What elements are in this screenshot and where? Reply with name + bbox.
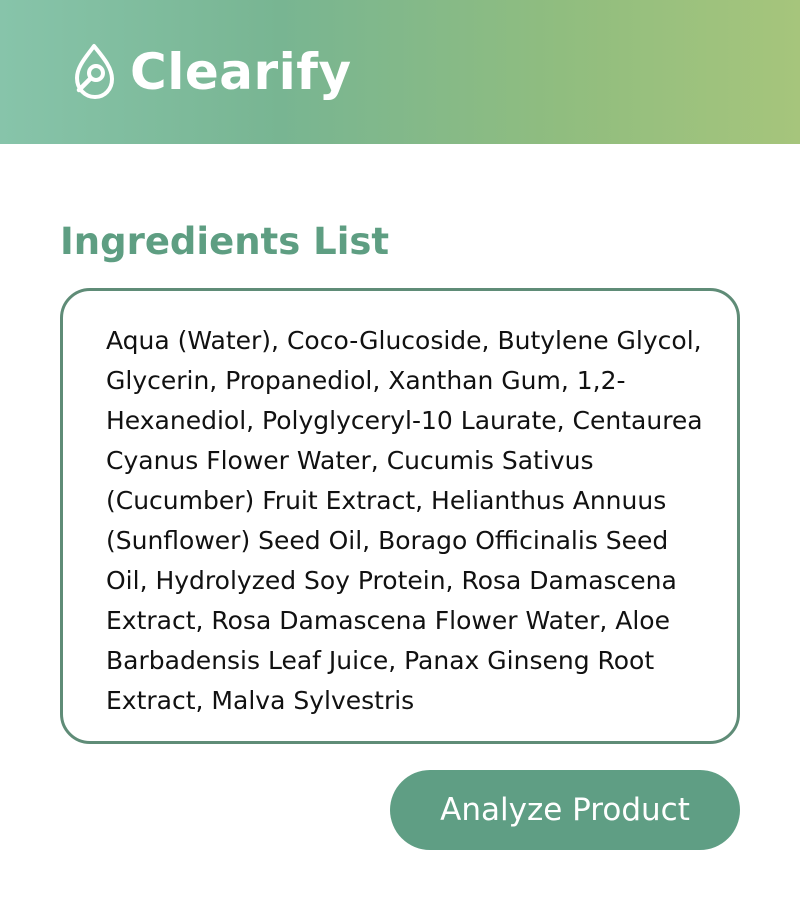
ingredients-text: Aqua (Water), Coco-Glucoside, Butylene G… [106,326,703,715]
app-name: Clearify [130,43,352,101]
analyze-product-button[interactable]: Analyze Product [390,770,740,850]
section-title: Ingredients List [60,220,390,263]
ingredients-input[interactable]: Aqua (Water), Coco-Glucoside, Butylene G… [60,288,740,744]
app-header: Clearify [0,0,800,144]
drop-magnifier-icon [68,40,120,104]
brand[interactable]: Clearify [68,40,352,104]
